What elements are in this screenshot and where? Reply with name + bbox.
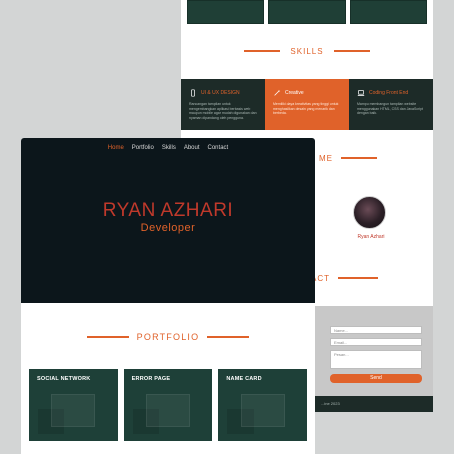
portfolio-card-name-card[interactable]: NAME CARD <box>218 369 308 441</box>
hero-section: Home Portfolio Skills About Contact RYAN… <box>21 138 315 303</box>
heading-rule <box>338 277 378 279</box>
heading-rule <box>207 336 250 338</box>
skill-card-creative[interactable]: Creative Memiliki daya kreativitas yang … <box>265 79 349 130</box>
email-field[interactable]: Email... <box>330 338 422 346</box>
card-thumbnail-shape <box>240 394 285 427</box>
nav-portfolio[interactable]: Portfolio <box>132 145 154 151</box>
skill-card-ui-ux[interactable]: UI & UX DESIGN Rancangan tampilan untuk … <box>181 79 265 130</box>
hero-role: Developer <box>140 222 196 234</box>
hero-name: RYAN AZHARI <box>102 200 234 221</box>
nav-contact[interactable]: Contact <box>208 145 229 151</box>
nav-home[interactable]: Home <box>108 145 124 151</box>
about-name: Ryan Azhari <box>357 234 385 240</box>
back-thumbnail[interactable] <box>349 0 427 24</box>
portfolio-card-error-page[interactable]: ERROR PAGE <box>123 369 213 441</box>
card-thumbnail-shape <box>145 394 191 427</box>
mobile-icon <box>191 89 195 97</box>
skill-label: UI & UX DESIGN <box>201 90 240 96</box>
skill-description: Rancangan tampilan untuk mengembangkan a… <box>189 102 257 120</box>
skills-heading: SKILLS <box>181 45 433 57</box>
skill-label: Coding Front End <box>369 90 409 96</box>
heading-rule <box>333 50 370 52</box>
card-thumbnail-shape <box>51 394 96 427</box>
nav-about[interactable]: About <box>184 145 200 151</box>
back-thumbnail[interactable] <box>187 0 265 24</box>
about-title: ME <box>319 153 333 163</box>
heading-rule <box>244 50 281 52</box>
card-title: SOCIAL NETWORK <box>37 376 91 382</box>
about-heading: ME <box>319 152 379 164</box>
skills-title: SKILLS <box>290 46 324 56</box>
message-field[interactable]: Pesan... <box>330 350 422 369</box>
front-page-mockup: Home Portfolio Skills About Contact RYAN… <box>21 138 315 454</box>
avatar <box>353 196 386 229</box>
card-title: NAME CARD <box>226 376 262 382</box>
skills-row: UI & UX DESIGN Rancangan tampilan untuk … <box>181 79 433 130</box>
skill-description: Memiliki daya kreativitas yang tinggi un… <box>273 102 339 116</box>
portfolio-title: PORTFOLIO <box>136 332 200 342</box>
heading-rule <box>86 336 129 338</box>
card-title: ERROR PAGE <box>131 376 171 382</box>
laptop-icon <box>357 90 365 96</box>
skill-card-coding[interactable]: Coding Front End Mampu membangun tampila… <box>349 79 433 130</box>
portfolio-card-social-network[interactable]: SOCIAL NETWORK <box>29 369 118 441</box>
nav-skills[interactable]: Skills <box>162 145 176 151</box>
name-field[interactable]: Name... <box>330 326 422 334</box>
back-thumbnail[interactable] <box>268 0 346 24</box>
heading-rule <box>341 157 377 159</box>
footer-copyright: ...ine 2023 <box>321 401 340 406</box>
back-portfolio-thumbnails <box>187 0 427 24</box>
top-nav: Home Portfolio Skills About Contact <box>21 145 315 151</box>
portfolio-cards: SOCIAL NETWORK ERROR PAGE NAME CARD <box>29 369 308 441</box>
magic-wand-icon <box>274 89 281 96</box>
contact-heading: ACT <box>311 272 381 284</box>
skill-description: Mampu membangun tampilan website menggun… <box>357 102 423 116</box>
send-button[interactable]: Send <box>330 374 422 383</box>
skill-label: Creative <box>285 90 304 96</box>
portfolio-heading: PORTFOLIO <box>21 331 315 343</box>
